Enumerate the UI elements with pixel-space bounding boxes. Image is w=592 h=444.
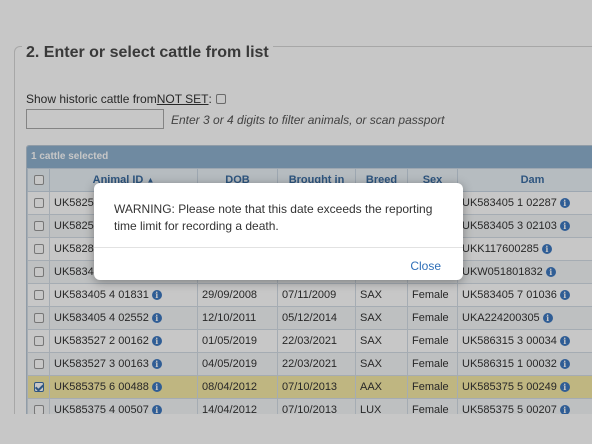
- close-button[interactable]: Close: [410, 259, 441, 273]
- warning-dialog: WARNING: Please note that this date exce…: [94, 183, 463, 280]
- dialog-divider: [94, 247, 463, 248]
- warning-message: WARNING: Please note that this date exce…: [114, 202, 433, 233]
